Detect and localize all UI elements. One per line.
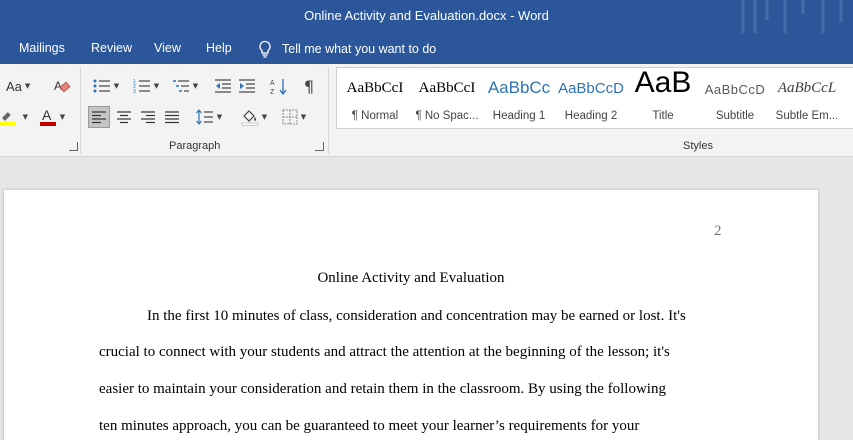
style-preview: AaBbCc <box>487 78 551 97</box>
increase-indent-button[interactable] <box>236 75 258 97</box>
style-subtitle[interactable]: AaBbCcD Subtitle <box>699 68 771 128</box>
highlighter-icon <box>0 112 16 126</box>
svg-text:Z: Z <box>270 89 275 95</box>
style-preview: AaBbCcD <box>704 82 766 97</box>
increase-indent-icon <box>239 79 255 93</box>
eraser-icon: A <box>54 79 71 93</box>
style-name: Heading 1 <box>492 110 546 122</box>
styles-gallery: AaBbCcI ¶ Normal AaBbCcI ¶ No Spac... Aa… <box>336 67 853 129</box>
document-title: Online Activity and Evaluation <box>317 270 505 286</box>
style-name: Subtitle <box>715 110 755 122</box>
pilcrow-icon: ¶ <box>303 76 315 96</box>
highlight-color-button[interactable]: ▼ <box>0 106 28 128</box>
style-name: Title <box>652 110 674 122</box>
title-bar: Online Activity and Evaluation.docx - Wo… <box>0 0 853 33</box>
numbered-list-icon: 1 2 3 <box>133 79 150 94</box>
svg-text:3: 3 <box>133 89 136 94</box>
change-case-button[interactable]: Aa ▼ <box>6 76 30 96</box>
font-color-icon: A <box>39 107 56 126</box>
paragraph-line: In the first 10 minutes of class, consid… <box>147 308 686 324</box>
style-preview: AaBbCcI <box>418 80 476 96</box>
align-right-button[interactable] <box>137 106 159 128</box>
sort-button[interactable]: A Z <box>268 75 290 97</box>
group-separator <box>328 68 329 154</box>
justify-icon <box>165 111 179 124</box>
svg-text:A: A <box>42 107 52 123</box>
change-case-label: Aa <box>6 78 22 94</box>
borders-button[interactable]: ▼ <box>276 106 312 128</box>
page-number: 2 <box>714 223 722 239</box>
style-preview: AaB <box>634 67 692 99</box>
chevron-down-icon: ▼ <box>300 113 307 121</box>
align-left-icon <box>92 111 106 124</box>
bullet-list-icon <box>93 79 110 93</box>
line-spacing-icon <box>195 109 213 125</box>
style-preview: AaBbCcI <box>346 80 404 96</box>
ribbon: Aa ▼ A ▼ A ▼ ▼ 1 2 3 ▼ ▼ A Z ¶ ▼ ▼ ▼ Par… <box>0 64 853 157</box>
multilevel-list-button[interactable]: ▼ <box>168 75 202 97</box>
style-heading-1[interactable]: AaBbCc Heading 1 <box>483 68 555 128</box>
align-right-icon <box>141 111 155 124</box>
shading-button[interactable]: ▼ <box>236 106 272 128</box>
decrease-indent-button[interactable] <box>212 75 234 97</box>
style-normal[interactable]: AaBbCcI ¶ Normal <box>339 68 411 128</box>
line-spacing-button[interactable]: ▼ <box>192 106 226 128</box>
style-name: Heading 2 <box>564 110 618 122</box>
paragraph-line: ten minutes approach, you can be guarant… <box>99 418 640 434</box>
svg-text:A: A <box>54 79 62 93</box>
tell-me-search[interactable]: Tell me what you want to do <box>258 38 436 60</box>
chevron-down-icon: ▼ <box>113 82 120 90</box>
group-separator <box>80 68 81 154</box>
style-heading-2[interactable]: AaBbCcD Heading 2 <box>555 68 627 128</box>
style-name: Subtle Em... <box>775 110 839 122</box>
paragraph-line: easier to maintain your consideration an… <box>99 381 666 397</box>
align-center-button[interactable] <box>113 106 135 128</box>
styles-group-label: Styles <box>683 140 713 152</box>
chevron-down-icon: ▼ <box>59 113 66 121</box>
clear-formatting-button[interactable]: A <box>52 75 72 97</box>
paragraph-group-label: Paragraph <box>169 140 221 152</box>
chevron-down-icon: ▼ <box>153 82 160 90</box>
tab-help[interactable]: Help <box>206 41 232 55</box>
style-title[interactable]: AaB Title <box>627 68 699 128</box>
style-no-spacing[interactable]: AaBbCcI ¶ No Spac... <box>411 68 483 128</box>
bullets-button[interactable]: ▼ <box>88 75 124 97</box>
align-center-icon <box>117 111 131 124</box>
title-bar-pattern <box>741 0 843 33</box>
document-page[interactable]: 2 Online Activity and Evaluation In the … <box>4 190 818 440</box>
font-color-button[interactable]: A ▼ <box>36 106 68 128</box>
lightbulb-icon <box>259 40 271 58</box>
tab-mailings[interactable]: Mailings <box>19 41 65 55</box>
font-dialog-launcher-icon[interactable] <box>69 142 78 151</box>
numbering-button[interactable]: 1 2 3 ▼ <box>128 75 164 97</box>
style-name: ¶ No Spac... <box>415 110 479 122</box>
svg-text:A: A <box>270 80 275 87</box>
paragraph-line: crucial to connect with your students an… <box>99 344 670 360</box>
chevron-down-icon: ▼ <box>192 82 199 90</box>
chevron-down-icon: ▼ <box>261 113 268 121</box>
decrease-indent-icon <box>215 79 231 93</box>
multilevel-list-icon <box>172 80 189 92</box>
style-preview: AaBbCcD <box>558 80 624 97</box>
chevron-down-icon: ▼ <box>22 113 28 121</box>
borders-icon <box>282 109 298 125</box>
style-preview: AaBbCcL <box>777 80 837 96</box>
show-formatting-marks-button[interactable]: ¶ <box>298 75 320 97</box>
justify-button[interactable] <box>161 106 183 128</box>
chevron-down-icon: ▼ <box>216 113 223 121</box>
sort-icon: A Z <box>270 79 287 95</box>
ribbon-tabs: Mailings Review View Help Tell me what y… <box>0 33 853 64</box>
tab-view[interactable]: View <box>154 41 181 55</box>
align-left-button[interactable] <box>88 106 110 128</box>
window-title: Online Activity and Evaluation.docx - Wo… <box>304 8 549 23</box>
style-subtle-emphasis[interactable]: AaBbCcL Subtle Em... <box>771 68 843 128</box>
paragraph-dialog-launcher-icon[interactable] <box>315 142 324 151</box>
style-name: ¶ Normal <box>351 110 399 122</box>
chevron-down-icon: ▼ <box>24 82 31 90</box>
paint-bucket-icon <box>241 110 259 126</box>
tab-review[interactable]: Review <box>91 41 132 55</box>
tell-me-label: Tell me what you want to do <box>282 42 437 56</box>
